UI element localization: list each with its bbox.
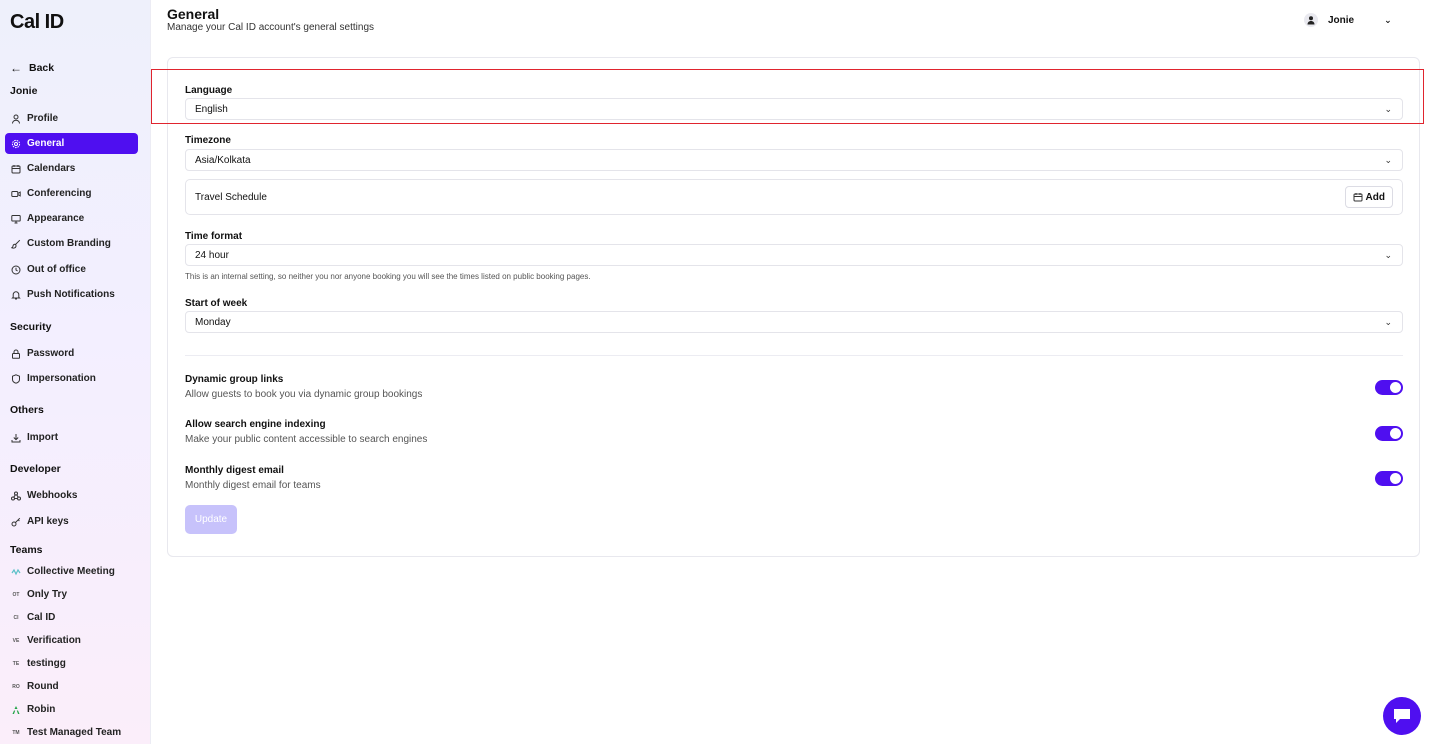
start-of-week-label: Start of week: [185, 298, 248, 309]
team-logo-icon: [11, 705, 21, 715]
sidebar-item-impersonation[interactable]: Impersonation: [5, 368, 138, 389]
lock-icon: [11, 349, 21, 359]
team-initials-icon: VE: [12, 637, 20, 644]
sidebar-item-api-keys[interactable]: API keys: [5, 511, 138, 532]
back-link[interactable]: ← Back: [10, 61, 54, 75]
webhook-icon: [11, 491, 21, 501]
user-icon: [11, 114, 21, 124]
travel-schedule-label: Travel Schedule: [195, 191, 267, 203]
monthly-digest-description: Monthly digest email for teams: [185, 480, 321, 491]
app-logo[interactable]: Cal ID: [10, 11, 64, 34]
sidebar-item-profile[interactable]: Profile: [5, 108, 138, 129]
language-select[interactable]: English ⌄: [185, 98, 1403, 120]
timezone-label: Timezone: [185, 135, 231, 146]
sidebar-item-import[interactable]: Import: [5, 427, 138, 448]
sidebar-team-robin[interactable]: Robin: [5, 699, 138, 720]
sidebar-team-round[interactable]: RO Round: [5, 676, 138, 697]
user-name: Jonie: [1328, 14, 1355, 26]
sidebar: Cal ID ← Back Jonie Profile General Cale…: [0, 0, 151, 744]
user-menu[interactable]: Jonie ⌄: [1304, 13, 1392, 27]
sidebar-section-user: Jonie: [10, 85, 38, 97]
add-travel-schedule-button[interactable]: Add: [1344, 186, 1393, 208]
sidebar-team-test-managed-team[interactable]: TM Test Managed Team: [5, 722, 138, 743]
sidebar-item-calendars[interactable]: Calendars: [5, 158, 138, 179]
sidebar-item-appearance[interactable]: Appearance: [5, 208, 138, 229]
page-subtitle: Manage your Cal ID account's general set…: [167, 22, 375, 33]
chat-icon: [1394, 709, 1410, 723]
sidebar-item-out-of-office[interactable]: Out of office: [5, 259, 138, 280]
sidebar-item-general[interactable]: General: [5, 133, 138, 154]
search-engine-indexing-title: Allow search engine indexing: [185, 419, 326, 430]
monthly-digest-toggle[interactable]: [1375, 471, 1403, 486]
video-icon: [11, 189, 21, 199]
brush-icon: [11, 239, 21, 249]
time-format-label: Time format: [185, 231, 243, 242]
key-icon: [11, 517, 21, 527]
search-engine-indexing-description: Make your public content accessible to s…: [185, 434, 428, 445]
monthly-digest-title: Monthly digest email: [185, 465, 284, 476]
sidebar-item-custom-branding[interactable]: Custom Branding: [5, 233, 138, 254]
team-initials-icon: TE: [12, 660, 20, 667]
sidebar-team-only-try[interactable]: OT Only Try: [5, 584, 138, 605]
start-of-week-select[interactable]: Monday ⌄: [185, 311, 1403, 333]
team-logo-icon: [11, 567, 21, 577]
travel-schedule-row: Travel Schedule Add: [185, 179, 1403, 215]
time-format-hint: This is an internal setting, so neither …: [185, 272, 591, 281]
sidebar-team-cal-id[interactable]: CI Cal ID: [5, 607, 138, 628]
team-initials-icon: CI: [13, 614, 19, 621]
sidebar-item-webhooks[interactable]: Webhooks: [5, 485, 138, 506]
update-button[interactable]: Update: [185, 505, 237, 534]
calendar-icon: [1353, 193, 1363, 202]
sidebar-section-others: Others: [10, 404, 44, 416]
sidebar-team-verification[interactable]: VE Verification: [5, 630, 138, 651]
time-format-select[interactable]: 24 hour ⌄: [185, 244, 1403, 266]
clock-icon: [11, 265, 21, 275]
language-label: Language: [185, 85, 233, 96]
sidebar-team-testingg[interactable]: TE testingg: [5, 653, 138, 674]
settings-card: [167, 57, 1420, 557]
calendar-icon: [11, 164, 21, 174]
team-initials-icon: OT: [12, 591, 20, 598]
avatar: [1304, 13, 1318, 27]
monitor-icon: [11, 214, 21, 224]
dynamic-group-links-description: Allow guests to book you via dynamic gro…: [185, 389, 423, 400]
dynamic-group-links-toggle[interactable]: [1375, 380, 1403, 395]
chevron-down-icon: ⌄: [1384, 154, 1392, 165]
gear-icon: [11, 139, 21, 149]
arrow-left-icon: ←: [10, 61, 22, 75]
sidebar-section-teams: Teams: [10, 544, 43, 556]
team-initials-icon: TM: [12, 729, 20, 736]
chevron-down-icon: ⌄: [1384, 249, 1392, 260]
search-engine-indexing-toggle[interactable]: [1375, 426, 1403, 441]
sidebar-item-password[interactable]: Password: [5, 343, 138, 364]
dynamic-group-links-title: Dynamic group links: [185, 374, 284, 385]
sidebar-item-conferencing[interactable]: Conferencing: [5, 183, 138, 204]
chat-widget-button[interactable]: [1383, 697, 1421, 735]
timezone-select[interactable]: Asia/Kolkata ⌄: [185, 149, 1403, 171]
sidebar-item-push-notifications[interactable]: Push Notifications: [5, 284, 138, 305]
sidebar-section-security: Security: [10, 321, 52, 333]
bell-icon: [11, 290, 21, 300]
back-label: Back: [29, 62, 55, 74]
page-title: General: [167, 6, 220, 22]
chevron-down-icon: ⌄: [1384, 14, 1392, 25]
team-initials-icon: RO: [12, 683, 20, 690]
chevron-down-icon: ⌄: [1384, 103, 1392, 114]
sidebar-section-developer: Developer: [10, 463, 61, 475]
download-icon: [11, 433, 21, 443]
sidebar-team-collective-meeting[interactable]: Collective Meeting: [5, 561, 138, 582]
divider: [185, 355, 1403, 356]
shield-icon: [11, 373, 21, 384]
chevron-down-icon: ⌄: [1384, 316, 1392, 327]
